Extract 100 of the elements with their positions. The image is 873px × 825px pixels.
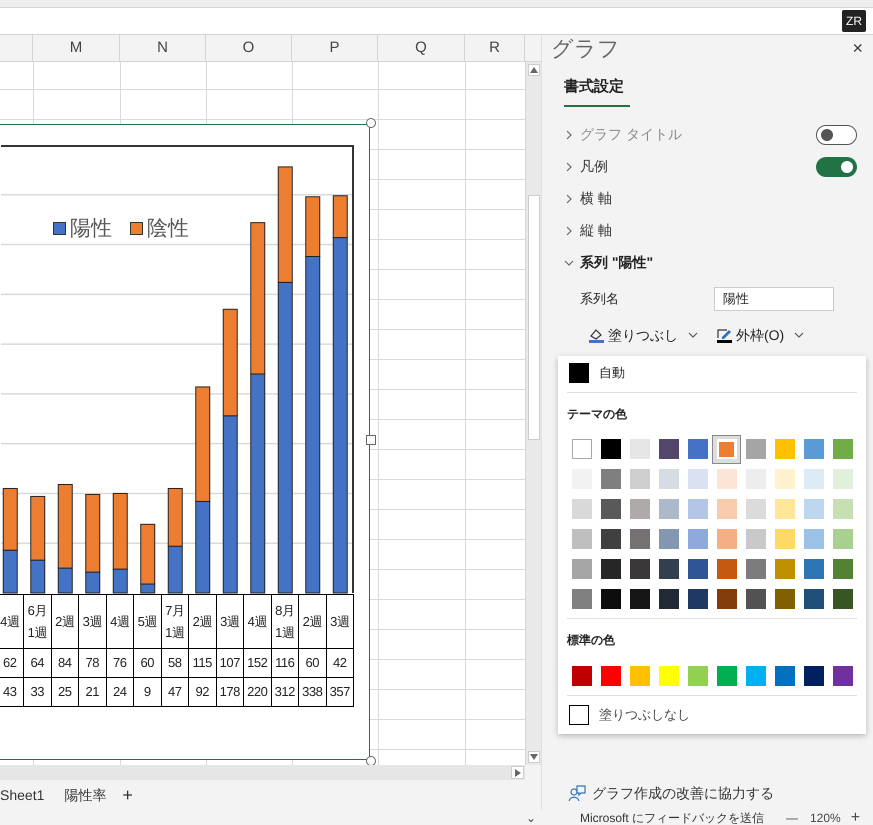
outline-button[interactable]: 外枠(O) (716, 324, 804, 346)
automatic-option[interactable]: 自動 (599, 363, 625, 383)
color-swatch[interactable] (572, 499, 592, 519)
color-swatch[interactable] (804, 439, 824, 459)
color-swatch[interactable] (572, 529, 592, 549)
color-swatch[interactable] (572, 666, 592, 686)
color-swatch[interactable] (832, 589, 852, 609)
column-header[interactable]: N (120, 35, 206, 61)
column-header[interactable]: M (33, 35, 120, 61)
color-swatch[interactable] (630, 559, 650, 579)
color-swatch[interactable] (832, 559, 852, 579)
series-name-field[interactable]: 陽性 (714, 286, 834, 310)
no-fill-option[interactable]: 塗りつぶしなし (599, 705, 690, 725)
color-swatch[interactable] (630, 469, 650, 489)
color-swatch[interactable] (716, 666, 736, 686)
color-swatch[interactable] (688, 559, 708, 579)
color-swatch[interactable] (804, 529, 824, 549)
color-swatch[interactable] (746, 559, 766, 579)
chevron-right-icon[interactable] (564, 162, 574, 172)
column-header[interactable]: R (465, 35, 525, 61)
color-swatch[interactable] (658, 666, 678, 686)
collapse-icon[interactable]: ⌄ (526, 808, 580, 825)
color-swatch[interactable] (774, 499, 794, 519)
color-swatch[interactable] (658, 499, 678, 519)
color-swatch[interactable] (716, 469, 736, 489)
color-swatch[interactable] (774, 529, 794, 549)
zoom-out-button[interactable]: — (786, 808, 798, 825)
column-header[interactable]: O (206, 35, 292, 61)
color-swatch[interactable] (658, 439, 678, 459)
color-swatch[interactable] (746, 589, 766, 609)
color-swatch[interactable] (716, 499, 736, 519)
scroll-up-icon[interactable] (528, 64, 540, 76)
color-swatch[interactable] (600, 559, 620, 579)
zoom-in-button[interactable]: + (850, 806, 860, 825)
color-swatch[interactable] (804, 469, 824, 489)
feedback-link[interactable]: Microsoft にフィードバックを送信 (580, 808, 780, 825)
color-swatch[interactable] (600, 469, 620, 489)
section-label[interactable]: 凡例 (580, 156, 816, 177)
color-swatch[interactable] (746, 439, 766, 459)
chevron-right-icon[interactable] (564, 130, 574, 140)
color-swatch[interactable] (688, 469, 708, 489)
chevron-down-icon[interactable] (564, 258, 574, 268)
color-swatch[interactable] (716, 529, 736, 549)
color-swatch[interactable] (630, 529, 650, 549)
chevron-right-icon[interactable] (564, 226, 574, 236)
color-swatch[interactable] (688, 589, 708, 609)
color-swatch[interactable] (774, 666, 794, 686)
color-swatch[interactable] (572, 439, 592, 459)
toggle-switch[interactable] (816, 124, 857, 144)
section-label[interactable]: 縦 軸 (580, 220, 857, 241)
section-label[interactable]: 横 軸 (580, 188, 857, 209)
color-swatch[interactable] (804, 499, 824, 519)
color-swatch[interactable] (600, 589, 620, 609)
help-link[interactable]: グラフ作成の改善に協力する (592, 783, 774, 804)
color-swatch[interactable] (774, 559, 794, 579)
section-label[interactable]: 系列 "陽性" (580, 252, 857, 273)
fill-button[interactable]: 塗りつぶし (588, 324, 698, 346)
chevron-right-icon[interactable] (564, 194, 574, 204)
color-swatch[interactable] (688, 439, 708, 459)
column-header[interactable]: Q (378, 35, 465, 61)
horizontal-scrollbar[interactable] (0, 765, 525, 780)
color-swatch[interactable] (572, 559, 592, 579)
color-swatch[interactable] (600, 439, 620, 459)
color-swatch[interactable] (832, 529, 852, 549)
color-swatch[interactable] (746, 666, 766, 686)
color-swatch[interactable] (832, 499, 852, 519)
color-swatch[interactable] (658, 469, 678, 489)
format-tab[interactable]: 書式設定 (564, 76, 630, 106)
resize-handle[interactable] (366, 118, 376, 128)
color-swatch[interactable] (832, 439, 852, 459)
color-swatch[interactable] (832, 469, 852, 489)
scroll-down-icon[interactable] (528, 751, 540, 763)
color-swatch[interactable] (600, 499, 620, 519)
color-swatch[interactable] (804, 559, 824, 579)
color-swatch[interactable] (688, 499, 708, 519)
color-swatch[interactable] (804, 666, 824, 686)
color-swatch[interactable] (630, 589, 650, 609)
resize-handle[interactable] (366, 756, 376, 765)
resize-handle[interactable] (366, 435, 376, 445)
color-swatch[interactable] (746, 499, 766, 519)
color-swatch[interactable] (688, 666, 708, 686)
color-swatch[interactable] (630, 499, 650, 519)
color-swatch[interactable] (716, 589, 736, 609)
color-swatch[interactable] (746, 529, 766, 549)
color-swatch[interactable] (774, 589, 794, 609)
sheet-tab[interactable]: Sheet1 (0, 784, 44, 806)
color-swatch[interactable] (774, 439, 794, 459)
color-swatch[interactable] (712, 434, 741, 464)
close-button[interactable]: × (852, 35, 863, 62)
color-swatch[interactable] (716, 559, 736, 579)
column-header[interactable]: P (292, 35, 378, 61)
vertical-scrollbar[interactable] (525, 62, 541, 765)
color-swatch[interactable] (658, 529, 678, 549)
color-swatch[interactable] (688, 529, 708, 549)
color-swatch[interactable] (600, 666, 620, 686)
add-sheet-button[interactable]: + (122, 782, 133, 808)
sheet-tab[interactable]: 陽性率 (64, 784, 106, 806)
toggle-switch[interactable] (816, 156, 857, 176)
color-swatch[interactable] (804, 589, 824, 609)
color-swatch[interactable] (600, 529, 620, 549)
